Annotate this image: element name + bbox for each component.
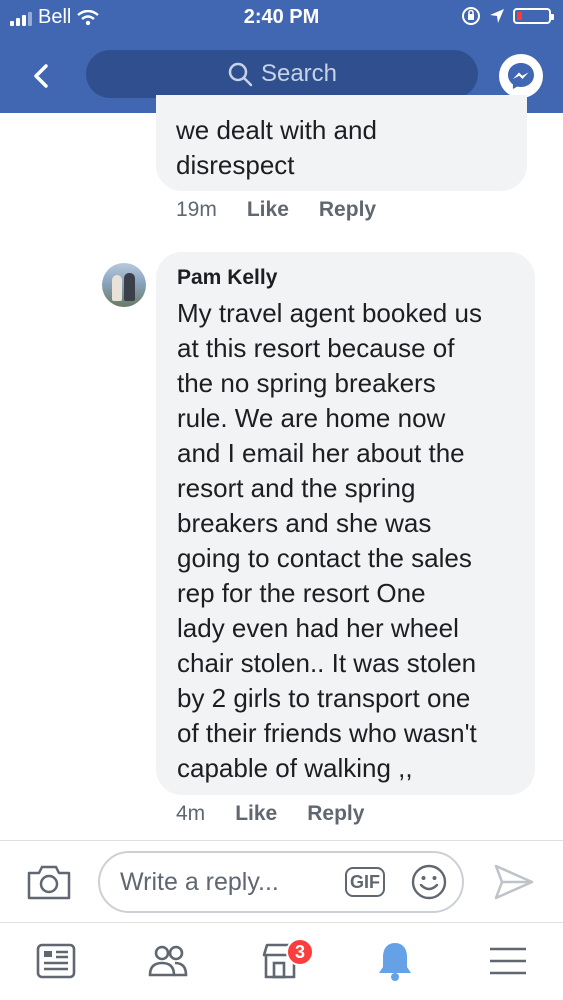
search-input[interactable]: Search — [86, 50, 478, 98]
avatar[interactable] — [102, 263, 146, 307]
status-bar: Bell 2:40 PM — [0, 0, 563, 36]
reply-placeholder: Write a reply... — [120, 868, 279, 896]
comment-text: we dealt with and disrespect — [176, 115, 377, 180]
composer-divider — [0, 840, 563, 841]
tab-bar — [0, 922, 563, 1000]
camera-icon[interactable] — [26, 863, 72, 901]
comment-time: 4m — [176, 802, 206, 825]
comment-bubble: Pam Kelly My travel agent booked us at t… — [156, 252, 535, 795]
comment-actions: 19m Like Reply — [176, 198, 376, 222]
battery-level — [517, 12, 522, 20]
news-feed-icon[interactable] — [32, 937, 80, 985]
status-right — [461, 6, 554, 26]
reply-button[interactable]: Reply — [307, 802, 364, 826]
search-icon — [228, 62, 253, 87]
like-button[interactable]: Like — [247, 198, 289, 222]
comment-time: 19m — [176, 198, 217, 221]
comment-text: My travel agent booked us at this resort… — [177, 298, 482, 783]
comment-bubble: we dealt with and disrespect — [156, 95, 527, 191]
battery-icon — [513, 8, 554, 24]
reply-button[interactable]: Reply — [319, 198, 376, 222]
gif-icon[interactable]: GIF — [345, 867, 385, 897]
messenger-icon — [508, 63, 534, 89]
smiley-icon[interactable] — [411, 864, 447, 900]
location-icon — [490, 9, 504, 23]
search-placeholder: Search — [260, 60, 338, 87]
comment-actions: 4m Like Reply — [176, 802, 364, 826]
menu-icon[interactable] — [484, 937, 532, 985]
notifications-icon[interactable] — [371, 937, 419, 985]
orientation-lock-icon — [462, 7, 480, 25]
send-icon[interactable] — [492, 862, 536, 902]
like-button[interactable]: Like — [235, 802, 277, 826]
marketplace-badge: 3 — [286, 938, 314, 966]
back-chevron-icon[interactable] — [26, 60, 58, 92]
friends-icon[interactable] — [144, 937, 192, 985]
reply-input[interactable]: Write a reply... GIF — [98, 851, 464, 913]
messenger-button[interactable] — [499, 54, 543, 98]
comment-author[interactable]: Pam Kelly — [177, 266, 277, 290]
